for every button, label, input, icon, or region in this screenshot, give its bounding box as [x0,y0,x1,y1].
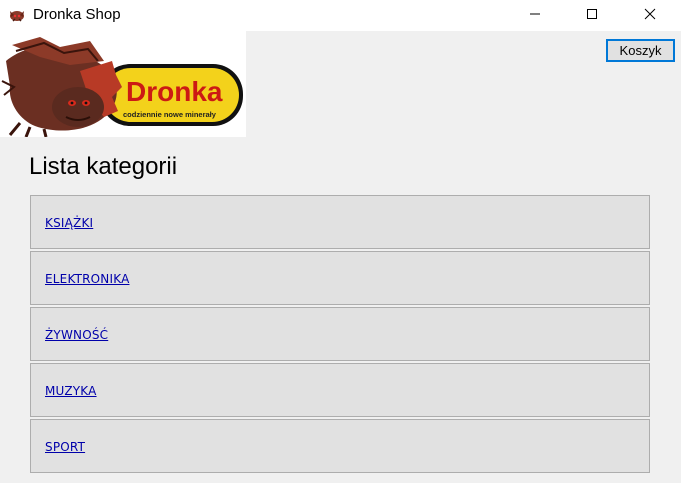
page-title: Lista kategorii [29,153,178,180]
logo-brand-text: Dronka [126,76,223,107]
app-icon [8,7,26,23]
category-link[interactable]: ŻYWNOŚĆ [45,328,108,342]
category-item-zywnosc[interactable]: ŻYWNOŚĆ [30,307,650,361]
category-link[interactable]: KSIĄŻKI [45,216,93,230]
close-icon [644,7,656,25]
category-link[interactable]: MUZYKA [45,384,97,398]
category-list: KSIĄŻKI ELEKTRONIKA ŻYWNOŚĆ MUZYKA SPORT [30,195,650,475]
maximize-icon [586,7,598,25]
minimize-icon [529,7,541,25]
category-item-muzyka[interactable]: MUZYKA [30,363,650,417]
close-button[interactable] [627,0,673,31]
shop-logo: Dronka codziennie nowe minerały [0,31,246,137]
category-item-ksiazki[interactable]: KSIĄŻKI [30,195,650,249]
app-window: Dronka Shop Dronka codziennie nowe miner… [0,0,681,483]
category-item-sport[interactable]: SPORT [30,419,650,473]
logo-tagline-text: codziennie nowe minerały [123,110,217,119]
maximize-button[interactable] [569,0,615,31]
category-item-elektronika[interactable]: ELEKTRONIKA [30,251,650,305]
category-link[interactable]: SPORT [45,440,85,454]
cart-button[interactable]: Koszyk [606,39,675,62]
category-link[interactable]: ELEKTRONIKA [45,272,129,286]
title-bar[interactable]: Dronka Shop [0,0,681,31]
minimize-button[interactable] [512,0,558,31]
window-title: Dronka Shop [33,6,121,23]
